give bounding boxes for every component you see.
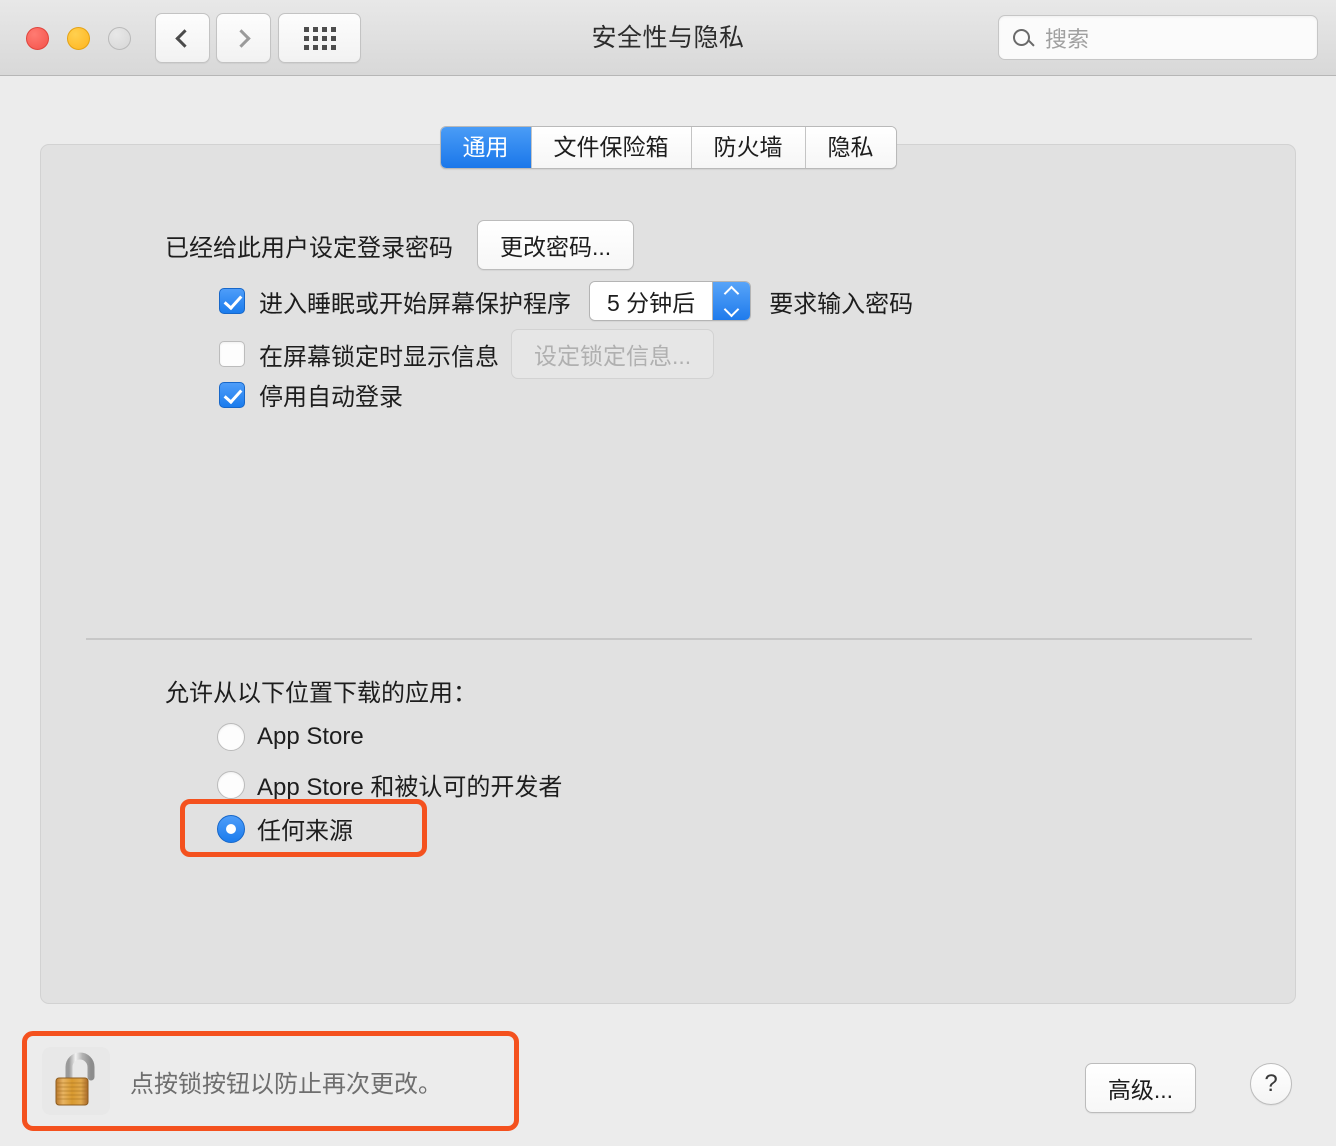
change-password-button[interactable]: 更改密码... — [477, 220, 635, 270]
advanced-button[interactable]: 高级... — [1084, 1063, 1196, 1113]
search-placeholder: 搜索 — [1045, 26, 1090, 52]
lock-message-checkbox[interactable] — [219, 341, 245, 367]
tab-bar: 通用 文件保险箱 防火墙 隐私 — [0, 126, 1336, 169]
download-source-anywhere[interactable]: 任何来源 — [217, 811, 353, 846]
download-source-appstore-identified[interactable]: App Store 和被认可的开发者 — [217, 767, 562, 802]
require-password-row: 进入睡眠或开始屏幕保护程序 5 分钟后 要求输入密码 — [219, 281, 913, 321]
lock-message: 点按锁按钮以防止再次更改。 — [130, 1070, 442, 1098]
login-password-status: 已经给此用户设定登录密码 — [165, 234, 453, 262]
help-button[interactable]: ? — [1250, 1063, 1292, 1105]
disable-auto-login-label: 停用自动登录 — [259, 384, 403, 411]
radio-appstore-label: App Store — [257, 723, 364, 750]
section-divider — [86, 638, 1252, 640]
password-delay-stepper[interactable]: 5 分钟后 — [589, 281, 752, 321]
require-password-label: 进入睡眠或开始屏幕保护程序 — [259, 290, 571, 318]
tab-general[interactable]: 通用 — [440, 127, 532, 168]
lock-button[interactable] — [42, 1047, 110, 1115]
login-password-row: 已经给此用户设定登录密码 更改密码... — [165, 220, 635, 270]
search-input[interactable]: 搜索 — [998, 15, 1318, 60]
radio-appstore-identified[interactable] — [217, 770, 245, 799]
system-preferences-window: 安全性与隐私 搜索 通用 文件保险箱 防火墙 隐私 已经给此用户设定登录密码 更… — [0, 0, 1336, 1146]
set-lock-message-button[interactable]: 设定锁定信息... — [511, 329, 715, 379]
disable-auto-login-row: 停用自动登录 — [219, 377, 403, 412]
password-delay-value: 5 分钟后 — [590, 282, 713, 320]
disable-auto-login-checkbox[interactable] — [219, 381, 245, 408]
require-password-suffix: 要求输入密码 — [769, 290, 914, 318]
titlebar: 安全性与隐私 搜索 — [0, 0, 1336, 76]
chevron-down-icon[interactable] — [723, 301, 740, 317]
search-icon — [1013, 29, 1030, 46]
radio-anywhere[interactable] — [217, 814, 245, 843]
radio-appstore-identified-label: App Store 和被认可的开发者 — [257, 774, 563, 801]
radio-appstore[interactable] — [217, 723, 245, 751]
radio-anywhere-label: 任何来源 — [257, 818, 353, 845]
general-settings-panel: 已经给此用户设定登录密码 更改密码... 进入睡眠或开始屏幕保护程序 5 分钟后… — [40, 144, 1296, 1004]
unlocked-padlock-icon — [55, 1052, 95, 1106]
tab-privacy[interactable]: 隐私 — [805, 127, 896, 168]
tab-firewall[interactable]: 防火墙 — [691, 127, 806, 168]
lock-message-row: 在屏幕锁定时显示信息 设定锁定信息... — [219, 329, 715, 379]
chevron-up-icon[interactable] — [723, 285, 740, 301]
stepper-arrows[interactable] — [712, 282, 751, 320]
require-password-checkbox[interactable] — [219, 288, 245, 314]
tab-filevault[interactable]: 文件保险箱 — [531, 127, 692, 168]
download-sources-title: 允许从以下位置下载的应用： — [165, 680, 477, 707]
lock-message-label: 在屏幕锁定时显示信息 — [259, 343, 499, 371]
lock-area-highlight: 点按锁按钮以防止再次更改。 — [22, 1031, 519, 1131]
download-source-appstore[interactable]: App Store — [217, 723, 364, 751]
